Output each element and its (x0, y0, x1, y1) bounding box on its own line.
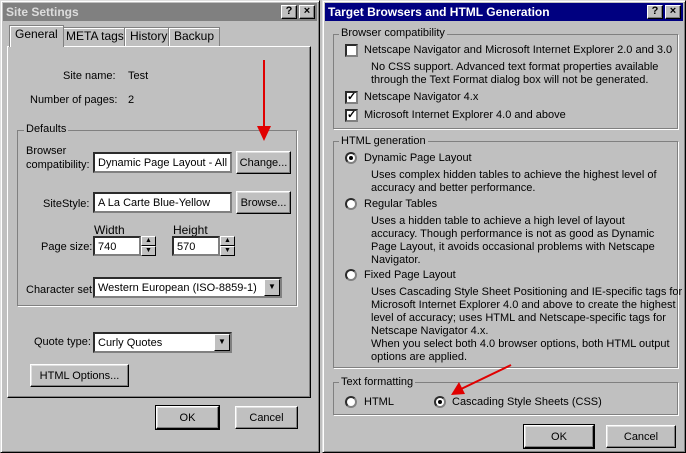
help-button[interactable]: ? (647, 5, 663, 19)
tab-backup[interactable]: Backup (168, 27, 221, 46)
site-name-label: Site name: (63, 70, 116, 82)
compat-opt1-desc-1: No CSS support. Advanced text format pro… (371, 61, 659, 73)
chevron-down-icon[interactable]: ▼ (264, 279, 280, 296)
compat-opt2-label[interactable]: Netscape Navigator 4.x (364, 91, 478, 103)
charset-select[interactable]: Western European (ISO-8859-1) ▼ (93, 277, 282, 298)
cancel-button[interactable]: Cancel (606, 425, 676, 448)
fpl-label[interactable]: Fixed Page Layout (364, 269, 456, 281)
width-spin-down[interactable]: ▼ (141, 246, 156, 256)
change-button[interactable]: Change... (236, 151, 291, 174)
close-button[interactable]: × (665, 5, 681, 19)
fpl-desc-3: level of accuracy; uses HTML and Netscap… (371, 312, 666, 324)
quote-select[interactable]: Curly Quotes ▼ (93, 332, 232, 353)
rt-desc-4: Navigator. (371, 254, 421, 266)
compat-opt1-checkbox[interactable] (345, 44, 358, 57)
dpl-desc-2: accuracy and better performance. (371, 182, 536, 194)
rt-label[interactable]: Regular Tables (364, 198, 437, 210)
compat-opt3-label[interactable]: Microsoft Internet Explorer 4.0 and abov… (364, 109, 566, 121)
site-settings-title: Site Settings (6, 5, 79, 19)
site-settings-titlebar[interactable]: Site Settings ? × (3, 3, 317, 21)
height-label: Height (173, 223, 208, 237)
height-spin-up[interactable]: ▲ (220, 236, 235, 246)
sitestyle-field[interactable]: A La Carte Blue-Yellow (93, 192, 232, 213)
red-arrow-change (263, 60, 265, 132)
ok-button[interactable]: OK (523, 424, 595, 449)
compat-opt3-checkbox[interactable]: ✓ (345, 109, 358, 122)
width-input[interactable]: 740 (93, 236, 141, 256)
red-arrow-css (451, 364, 512, 395)
ok-button[interactable]: OK (155, 405, 220, 430)
target-browsers-titlebar[interactable]: Target Browsers and HTML Generation ? × (325, 3, 683, 21)
dpl-radio[interactable] (345, 152, 357, 164)
quote-label: Quote type: (34, 336, 91, 348)
quote-value: Curly Quotes (98, 337, 163, 349)
dpl-desc-1: Uses complex hidden tables to achieve th… (371, 169, 657, 181)
height-input[interactable]: 570 (172, 236, 220, 256)
fpl-desc-4: Netscape Navigator 4.x. (371, 325, 489, 337)
compat-opt1-desc-2: through the Text Format dialog box will … (371, 74, 649, 86)
defaults-label: Defaults (24, 123, 69, 135)
fpl-desc-2: Microsoft Internet Explorer 4.0 and abov… (371, 299, 676, 311)
chevron-down-icon[interactable]: ▼ (214, 334, 230, 351)
browser-label-2: compatibility: (26, 159, 90, 171)
close-button[interactable]: × (299, 5, 315, 19)
rt-radio[interactable] (345, 198, 357, 210)
html-options-button[interactable]: HTML Options... (30, 364, 129, 387)
pages-label: Number of pages: (30, 94, 118, 106)
width-spin-up[interactable]: ▲ (141, 236, 156, 246)
fpl-radio[interactable] (345, 269, 357, 281)
browse-button[interactable]: Browse... (236, 191, 291, 214)
red-arrow-change-head (257, 126, 271, 141)
rt-desc-1: Uses a hidden table to achieve a high le… (371, 215, 625, 227)
browser-compat-label: Browser compatibility (339, 27, 447, 39)
compat-opt2-checkbox[interactable]: ✓ (345, 91, 358, 104)
cancel-button[interactable]: Cancel (235, 406, 298, 429)
site-name-value: Test (128, 70, 149, 82)
browser-label-1: Browser (26, 145, 67, 157)
browser-compat-field[interactable]: Dynamic Page Layout - All (93, 152, 232, 173)
tab-general[interactable]: General (9, 25, 64, 47)
html-radio-label[interactable]: HTML (364, 396, 394, 408)
html-radio[interactable] (345, 396, 357, 408)
compat-opt1-label[interactable]: Netscape Navigator and Microsoft Interne… (364, 44, 672, 56)
dpl-label[interactable]: Dynamic Page Layout (364, 152, 472, 164)
fpl-desc-1: Uses Cascading Style Sheet Positioning a… (371, 286, 683, 298)
page-size-label: Page size: (41, 241, 93, 253)
target-browsers-title: Target Browsers and HTML Generation (328, 5, 550, 19)
rt-desc-3: Page Layout, it avoids occasional proble… (371, 241, 655, 253)
html-generation-label: HTML generation (339, 135, 428, 147)
sitestyle-label: SiteStyle: (43, 198, 90, 210)
rt-desc-2: accuracy. Though performance is not as g… (371, 228, 655, 240)
help-button[interactable]: ? (281, 5, 297, 19)
tab-meta-tags[interactable]: META tags (60, 27, 130, 46)
site-settings-dialog: Site Settings ? × General META tags Hist… (0, 0, 320, 453)
fpl-desc-5: When you select both 4.0 browser options… (371, 338, 670, 350)
charset-value: Western European (ISO-8859-1) (98, 282, 257, 294)
height-spin-down[interactable]: ▼ (220, 246, 235, 256)
charset-label: Character set: (26, 284, 96, 296)
pages-value: 2 (128, 94, 135, 106)
width-label: Width (94, 223, 125, 237)
text-formatting-label: Text formatting (339, 376, 416, 388)
tab-history[interactable]: History (124, 27, 174, 46)
